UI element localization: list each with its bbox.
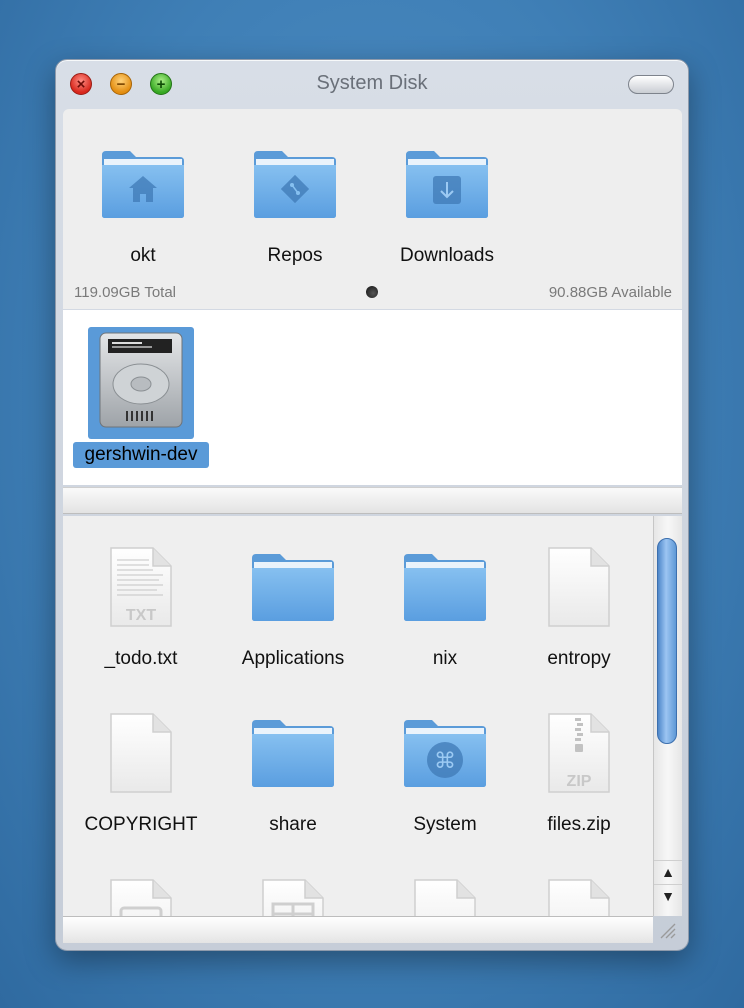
scroll-down-button[interactable]: ▼ xyxy=(654,884,682,907)
scroll-up-button[interactable]: ▲ xyxy=(654,860,682,883)
image-file-icon xyxy=(109,878,173,916)
file-label: share xyxy=(269,814,317,835)
file-icon xyxy=(109,712,173,794)
spreadsheet-file-icon xyxy=(261,878,325,916)
git-folder-icon xyxy=(252,149,338,219)
file-label: entropy xyxy=(547,648,611,669)
file-icon xyxy=(547,546,611,628)
svg-text:⌘: ⌘ xyxy=(434,749,456,774)
vertical-scrollbar[interactable]: ▲ ▼ xyxy=(653,516,682,916)
place-label: Repos xyxy=(267,245,323,266)
hard-drive-icon xyxy=(99,332,183,428)
downloads-folder-icon xyxy=(404,149,490,219)
system-folder-icon: ⌘ xyxy=(402,718,488,788)
file-icon xyxy=(413,878,477,916)
home-folder-icon xyxy=(100,149,186,219)
scroll-thumb[interactable] xyxy=(657,538,677,744)
toolbar-toggle-button[interactable] xyxy=(628,75,674,94)
text-file-icon: TXT xyxy=(109,546,173,628)
file-label: _todo.txt xyxy=(104,648,178,669)
places-shelf: okt Repos Downloads 119.09GB Total 90.88… xyxy=(63,109,682,309)
status-bar xyxy=(63,916,653,943)
file-label: files.zip xyxy=(547,814,611,835)
folder-icon xyxy=(402,552,488,622)
folder-icon xyxy=(250,552,336,622)
zip-file-icon: ZIP xyxy=(547,712,611,794)
device-label[interactable]: gershwin-dev xyxy=(73,442,209,468)
device-gershwin-dev[interactable] xyxy=(88,327,194,439)
txt-badge: TXT xyxy=(126,607,156,624)
disk-available: 90.88GB Available xyxy=(548,284,672,301)
zip-badge: ZIP xyxy=(567,773,592,790)
file-label: Applications xyxy=(241,648,345,669)
resize-grip-icon[interactable] xyxy=(653,916,681,943)
title-bar[interactable]: × − + System Disk xyxy=(56,60,688,108)
file-icon xyxy=(547,878,611,916)
place-label: okt xyxy=(130,245,156,266)
devices-area: gershwin-dev xyxy=(63,310,682,485)
folder-icon xyxy=(250,718,336,788)
place-label: Downloads xyxy=(400,245,494,266)
disk-usage-indicator xyxy=(366,286,378,298)
file-browser: TXT _todo.txt Applications nix entropy C… xyxy=(63,516,653,916)
disk-total: 119.09GB Total xyxy=(74,284,177,301)
horizontal-scroll-track[interactable] xyxy=(63,487,682,514)
file-label: COPYRIGHT xyxy=(84,814,198,835)
window-title: System Disk xyxy=(316,72,428,94)
finder-window: × − + System Disk okt Repos Downloads 11… xyxy=(55,59,689,951)
